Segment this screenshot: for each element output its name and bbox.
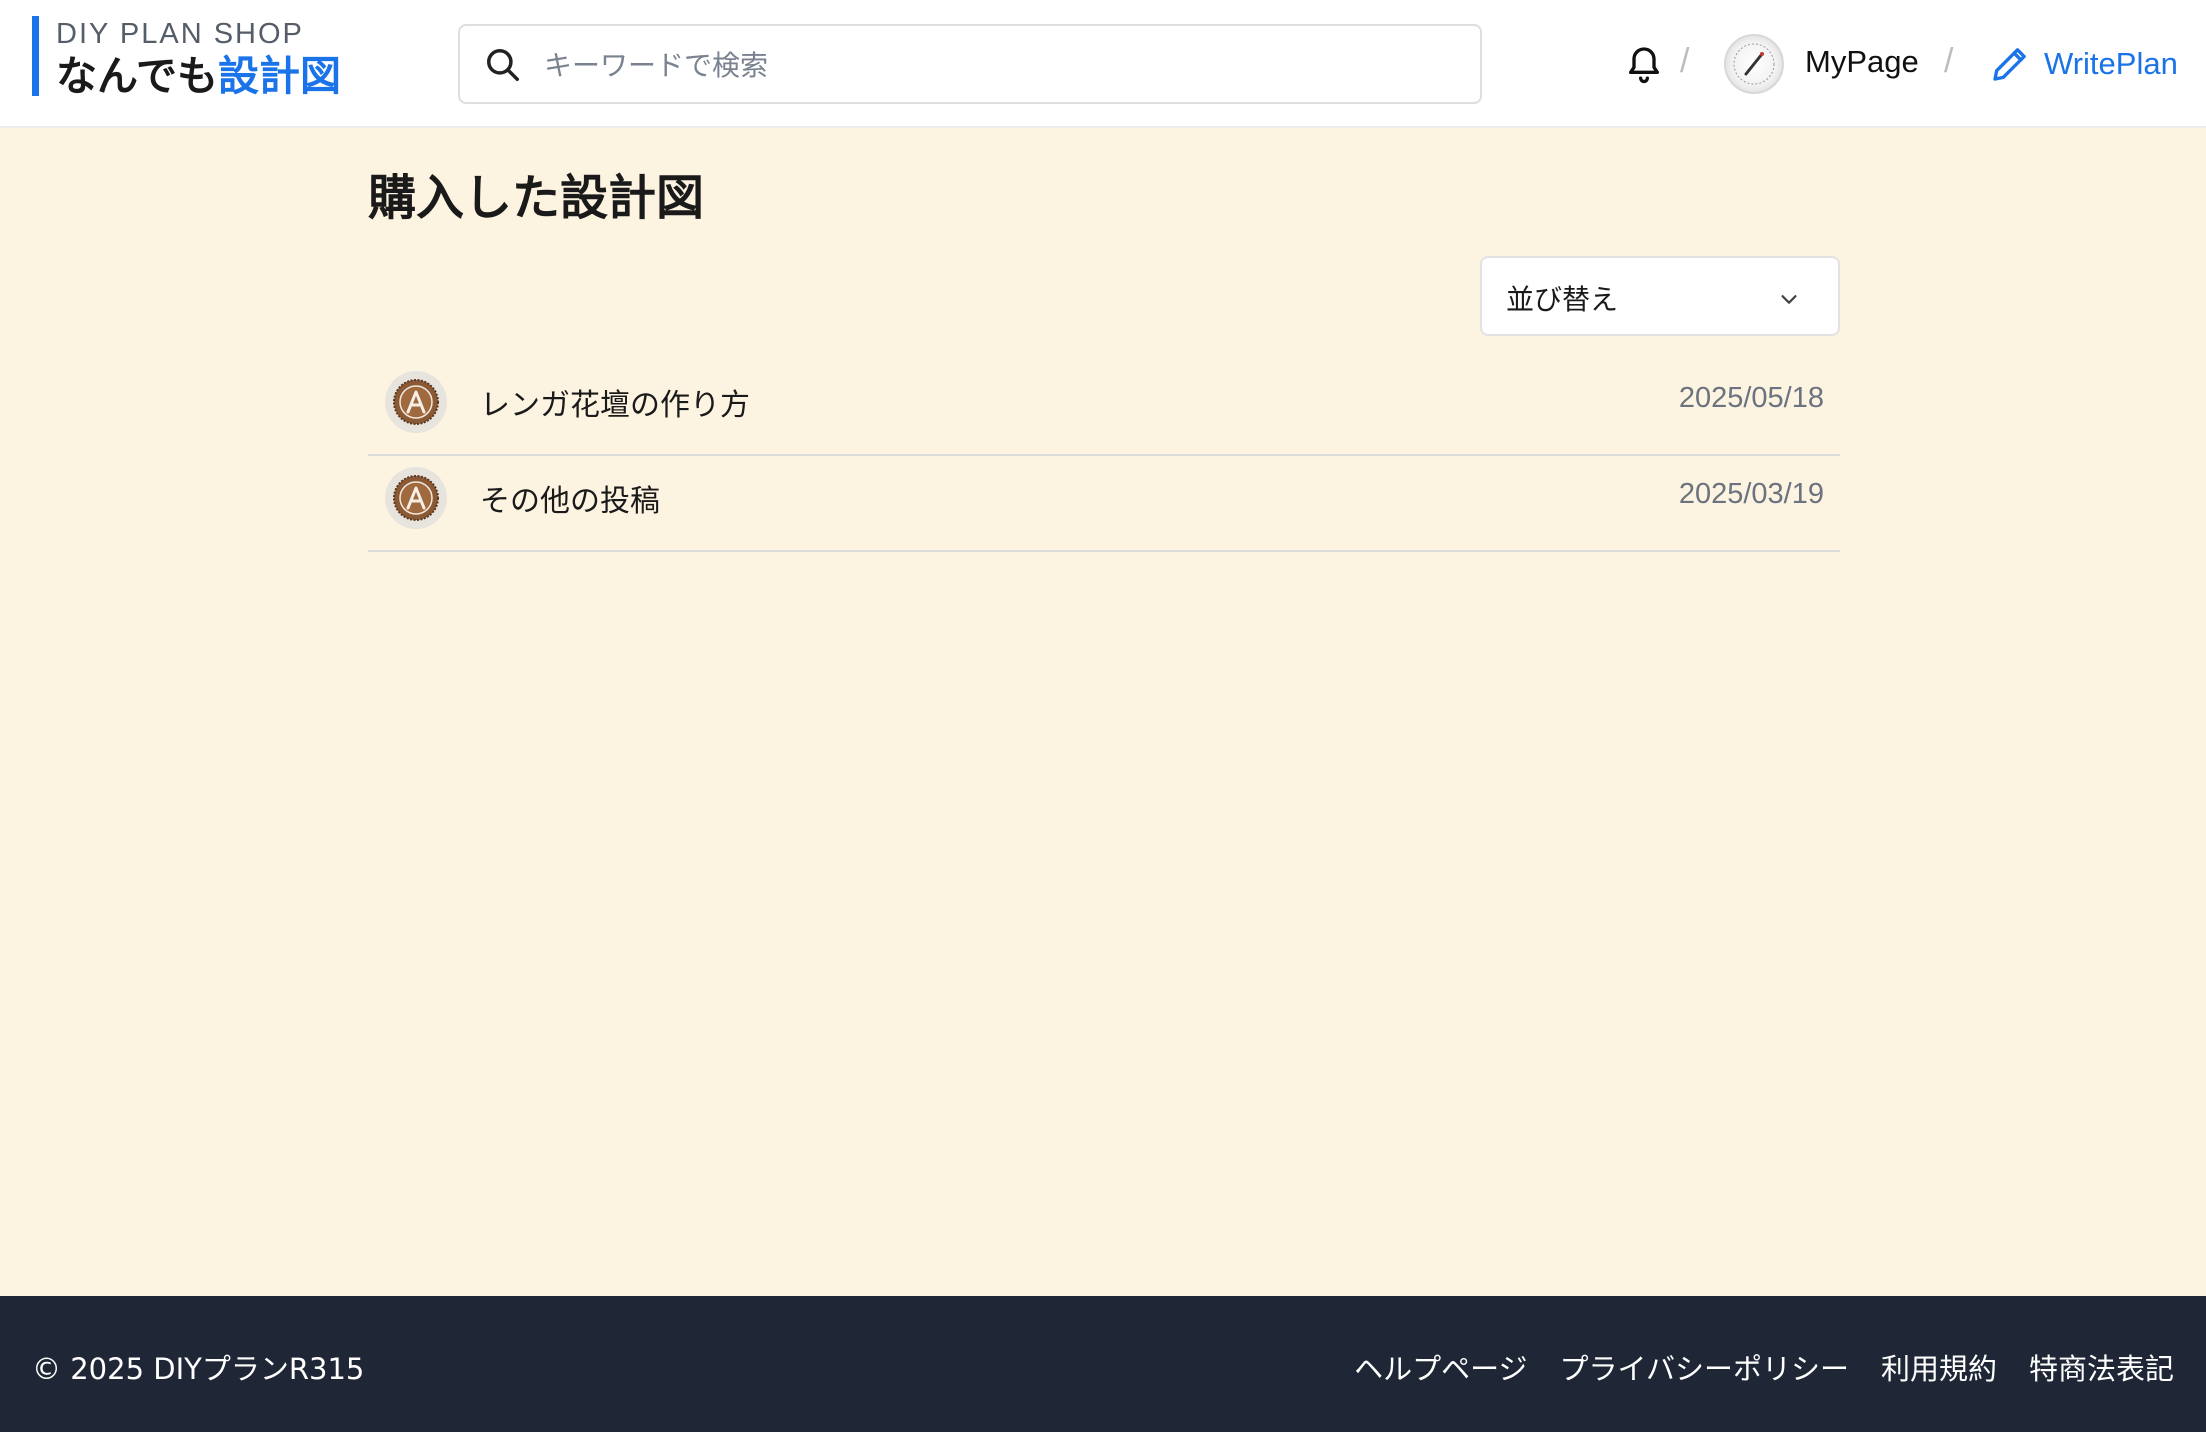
compass-emblem-icon: [1733, 43, 1775, 85]
footer-link-terms[interactable]: 利用規約: [1881, 1346, 1997, 1388]
site-logo[interactable]: DIY PLAN SHOP なんでも設計図: [32, 16, 341, 100]
list-item[interactable]: レンガ花壇の作り方 2025/05/18: [368, 360, 1840, 456]
user-avatar[interactable]: [1724, 34, 1784, 94]
purchased-plan-list: レンガ花壇の作り方 2025/05/18 その他の投稿 2025/03/19: [368, 360, 1840, 552]
logo-accent-bar: [32, 16, 39, 96]
logo-subtitle: DIY PLAN SHOP: [56, 18, 304, 50]
mypage-link[interactable]: MyPage: [1805, 44, 1919, 80]
user-avatar-icon: [385, 371, 447, 433]
chevron-down-icon: [1781, 295, 1797, 304]
logo-title-plain: なんでも: [56, 52, 218, 100]
search-icon[interactable]: [484, 46, 522, 84]
search-input[interactable]: [542, 36, 1446, 94]
plan-title[interactable]: その他の投稿: [480, 476, 660, 520]
sort-label: 並び替え: [1506, 283, 1619, 316]
sort-dropdown[interactable]: 並び替え: [1480, 256, 1840, 336]
page-title: 購入した設計図: [368, 170, 705, 226]
search-box[interactable]: [458, 24, 1482, 104]
footer-links: ヘルプページ プライバシーポリシー 利用規約 特商法表記: [1354, 1346, 2174, 1388]
plan-date: 2025/03/19: [1678, 478, 1824, 510]
header-separator: /: [1944, 42, 1954, 80]
logo-title-accent: 設計図: [217, 52, 341, 100]
copyright-text: © 2025 DIYプランR315: [32, 1352, 365, 1386]
writeplan-label: WritePlan: [2044, 46, 2178, 81]
footer-link-commerce-law[interactable]: 特商法表記: [2029, 1346, 2174, 1388]
footer-link-help[interactable]: ヘルプページ: [1354, 1346, 1527, 1388]
site-footer: © 2025 DIYプランR315 ヘルプページ プライバシーポリシー 利用規約…: [0, 1296, 2206, 1432]
bell-icon[interactable]: [1624, 42, 1664, 86]
logo-title: なんでも設計図: [56, 52, 341, 100]
list-item[interactable]: その他の投稿 2025/03/19: [368, 456, 1840, 552]
top-header: DIY PLAN SHOP なんでも設計図 / MyPage / WritePl…: [0, 0, 2206, 128]
writeplan-link[interactable]: WritePlan: [1990, 40, 2178, 88]
pencil-icon: [1993, 48, 2026, 81]
footer-link-privacy[interactable]: プライバシーポリシー: [1560, 1346, 1849, 1388]
header-separator: /: [1680, 42, 1690, 80]
user-avatar-icon: [385, 467, 447, 529]
plan-date: 2025/05/18: [1678, 382, 1824, 414]
plan-title[interactable]: レンガ花壇の作り方: [480, 380, 750, 424]
